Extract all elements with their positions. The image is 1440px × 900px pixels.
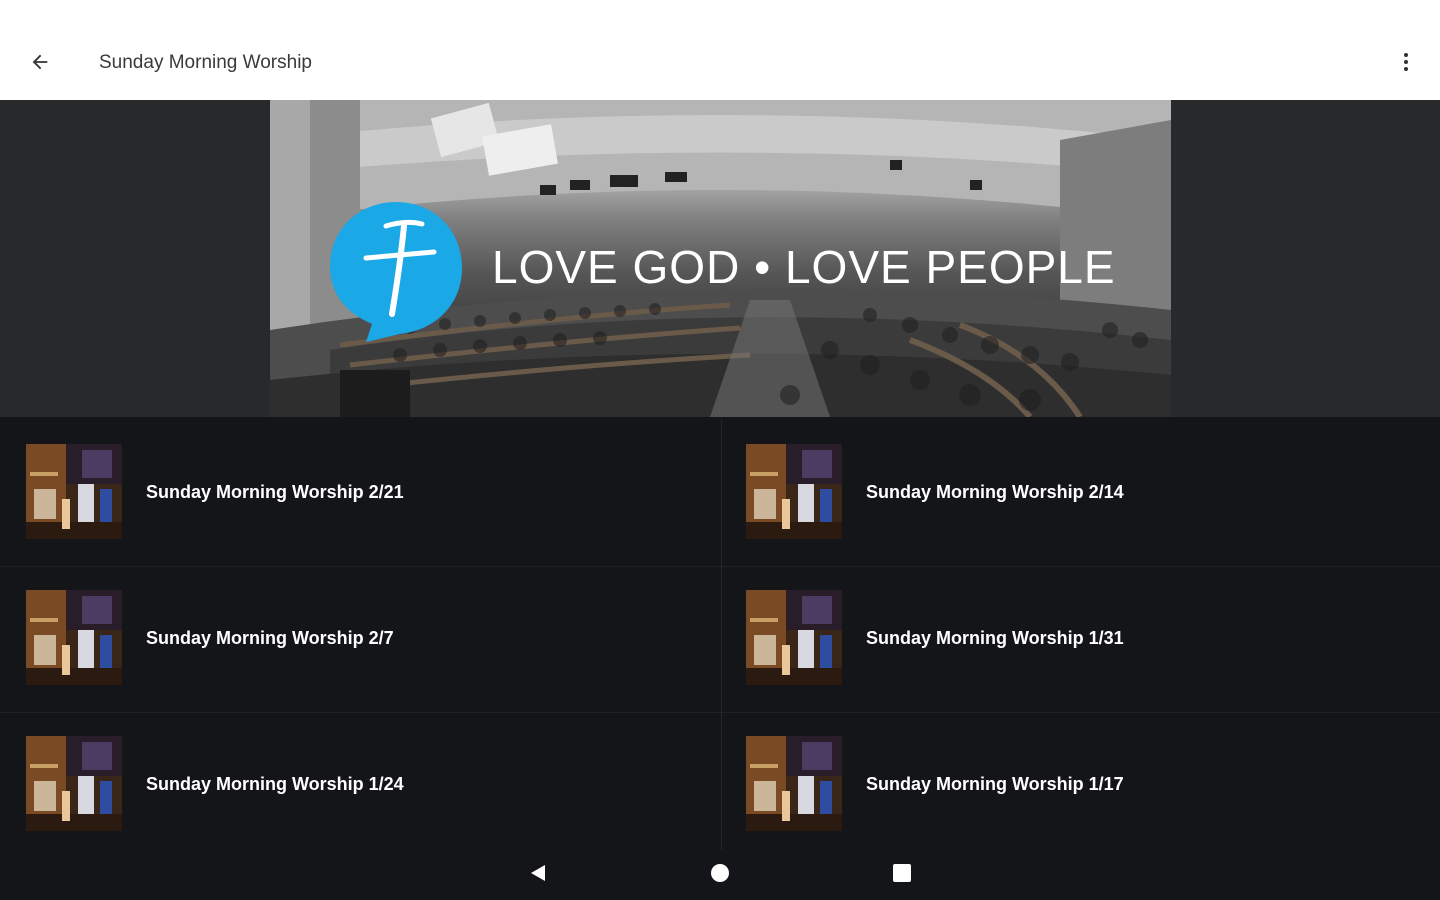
banner-image: LOVE GOD • LOVE PEOPLE: [270, 100, 1171, 417]
nav-home-button[interactable]: [702, 860, 738, 890]
nav-back-button[interactable]: [520, 860, 556, 890]
list-item[interactable]: Sunday Morning Worship 2/7: [0, 566, 720, 712]
banner-section: LOVE GOD • LOVE PEOPLE: [0, 100, 1440, 417]
sermon-title: Sunday Morning Worship 1/31: [866, 628, 1124, 648]
nav-home-icon: [710, 863, 730, 888]
list-item[interactable]: Sunday Morning Worship 1/31: [720, 566, 1440, 712]
app-bar: Sunday Morning Worship: [0, 0, 1440, 100]
sermon-title: Sunday Morning Worship 2/14: [866, 482, 1124, 502]
system-nav-bar: [0, 850, 1440, 900]
app-root: Sunday Morning Worship LOVE GOD • LOVE P…: [0, 0, 1440, 900]
overflow-menu-button[interactable]: [1386, 44, 1426, 84]
sermon-thumbnail: [746, 444, 842, 539]
sermon-title: Sunday Morning Worship 1/17: [866, 774, 1124, 794]
arrow-back-icon: [29, 51, 51, 78]
list-item[interactable]: Sunday Morning Worship 1/17: [720, 712, 1440, 858]
sermon-thumbnail: [26, 590, 122, 685]
sermon-list: Sunday Morning Worship 2/21 Sunday Morni…: [0, 420, 1440, 850]
sermon-thumbnail: [26, 736, 122, 831]
nav-recents-icon: [892, 863, 912, 888]
sermon-title: Sunday Morning Worship 2/7: [146, 628, 394, 648]
page-title: Sunday Morning Worship: [99, 52, 312, 73]
nav-recents-button[interactable]: [884, 860, 920, 890]
sermon-title: Sunday Morning Worship 1/24: [146, 774, 404, 794]
list-item[interactable]: Sunday Morning Worship 2/14: [720, 420, 1440, 566]
back-button[interactable]: [20, 44, 60, 84]
sermon-title: Sunday Morning Worship 2/21: [146, 482, 404, 502]
sermon-thumbnail: [26, 444, 122, 539]
list-item[interactable]: Sunday Morning Worship 2/21: [0, 420, 720, 566]
more-vert-icon: [1403, 52, 1409, 77]
sermon-thumbnail: [746, 736, 842, 831]
church-logo-icon: [326, 196, 466, 344]
nav-back-icon: [529, 863, 547, 888]
list-item[interactable]: Sunday Morning Worship 1/24: [0, 712, 720, 858]
banner-tagline: LOVE GOD • LOVE PEOPLE: [492, 241, 1116, 293]
column-divider: [721, 420, 722, 850]
sermon-thumbnail: [746, 590, 842, 685]
